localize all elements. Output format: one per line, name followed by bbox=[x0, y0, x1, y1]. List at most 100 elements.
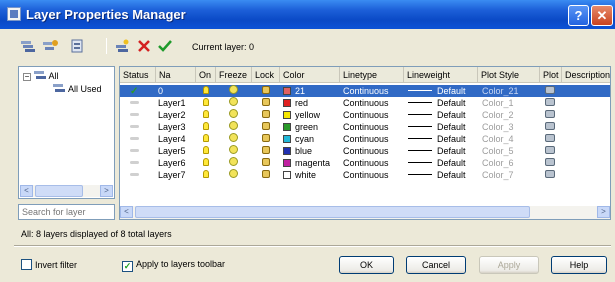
status-icon[interactable] bbox=[130, 157, 139, 169]
color-cell[interactable]: red bbox=[283, 97, 308, 109]
scroll-left-button[interactable]: < bbox=[20, 185, 33, 197]
lineweight-cell[interactable]: Default bbox=[408, 109, 466, 121]
table-row[interactable]: Layer2 yellow Continuous Default Color_2 bbox=[120, 109, 610, 121]
lock-icon[interactable] bbox=[262, 145, 270, 157]
lock-icon[interactable] bbox=[262, 157, 270, 169]
scroll-thumb[interactable] bbox=[35, 185, 83, 197]
header-plot[interactable]: Plot bbox=[540, 67, 562, 83]
scroll-left-button[interactable]: < bbox=[120, 206, 133, 218]
grid-horizontal-scrollbar[interactable]: < > bbox=[120, 206, 610, 219]
table-row[interactable]: Layer7 white Continuous Default Color_7 bbox=[120, 169, 610, 181]
header-freeze[interactable]: Freeze bbox=[216, 67, 252, 83]
lineweight-cell[interactable]: Default bbox=[408, 85, 466, 97]
color-cell[interactable]: 21 bbox=[283, 85, 305, 97]
color-cell[interactable]: green bbox=[283, 121, 318, 133]
linetype-cell[interactable]: Continuous bbox=[343, 157, 389, 169]
status-icon[interactable] bbox=[130, 109, 139, 121]
set-current-icon[interactable] bbox=[157, 39, 173, 53]
on-bulb-icon[interactable] bbox=[203, 85, 209, 97]
color-cell[interactable]: blue bbox=[283, 145, 312, 157]
status-icon[interactable] bbox=[130, 169, 139, 181]
color-cell[interactable]: yellow bbox=[283, 109, 320, 121]
new-property-filter-icon[interactable] bbox=[20, 39, 36, 53]
plot-printer-icon[interactable] bbox=[545, 145, 555, 157]
on-bulb-icon[interactable] bbox=[203, 121, 209, 133]
status-icon[interactable] bbox=[130, 121, 139, 133]
header-on[interactable]: On bbox=[196, 67, 216, 83]
close-button[interactable]: ✕ bbox=[591, 5, 613, 26]
plot-printer-icon[interactable] bbox=[545, 85, 555, 97]
plot-printer-icon[interactable] bbox=[545, 133, 555, 145]
on-bulb-icon[interactable] bbox=[203, 109, 209, 121]
linetype-cell[interactable]: Continuous bbox=[343, 121, 389, 133]
lock-icon[interactable] bbox=[262, 85, 270, 97]
layer-name[interactable]: Layer2 bbox=[158, 109, 186, 121]
header-lock[interactable]: Lock bbox=[252, 67, 280, 83]
on-bulb-icon[interactable] bbox=[203, 97, 209, 109]
header-description[interactable]: Description bbox=[562, 67, 610, 83]
lineweight-cell[interactable]: Default bbox=[408, 145, 466, 157]
status-icon[interactable] bbox=[130, 145, 139, 157]
header-linetype[interactable]: Linetype bbox=[340, 67, 404, 83]
apply-to-layers-toolbar-checkbox[interactable]: ✓ Apply to layers toolbar bbox=[122, 259, 225, 272]
header-color[interactable]: Color bbox=[280, 67, 340, 83]
header-status[interactable]: Status bbox=[120, 67, 156, 83]
tree-node-all-used[interactable]: All Used bbox=[53, 83, 102, 94]
apply-button[interactable]: Apply bbox=[479, 256, 539, 274]
linetype-cell[interactable]: Continuous bbox=[343, 145, 389, 157]
new-group-filter-icon[interactable] bbox=[42, 39, 58, 53]
lock-icon[interactable] bbox=[262, 109, 270, 121]
scroll-right-button[interactable]: > bbox=[597, 206, 610, 218]
title-bar[interactable]: Layer Properties Manager ? ✕ bbox=[0, 0, 615, 29]
table-row[interactable]: Layer4 cyan Continuous Default Color_4 bbox=[120, 133, 610, 145]
plot-printer-icon[interactable] bbox=[545, 169, 555, 181]
freeze-sun-icon[interactable] bbox=[229, 145, 238, 157]
linetype-cell[interactable]: Continuous bbox=[343, 97, 389, 109]
header-plot-style[interactable]: Plot Style bbox=[478, 67, 540, 83]
freeze-sun-icon[interactable] bbox=[229, 121, 238, 133]
ok-button[interactable]: OK bbox=[339, 256, 394, 274]
lock-icon[interactable] bbox=[262, 169, 270, 181]
table-row[interactable]: Layer6 magenta Continuous Default Color_6 bbox=[120, 157, 610, 169]
on-bulb-icon[interactable] bbox=[203, 133, 209, 145]
layer-name[interactable]: Layer3 bbox=[158, 121, 186, 133]
linetype-cell[interactable]: Continuous bbox=[343, 85, 389, 97]
collapse-icon[interactable]: − bbox=[23, 73, 31, 81]
scroll-right-button[interactable]: > bbox=[100, 185, 113, 197]
plot-printer-icon[interactable] bbox=[545, 157, 555, 169]
layer-name[interactable]: Layer4 bbox=[158, 133, 186, 145]
lineweight-cell[interactable]: Default bbox=[408, 121, 466, 133]
invert-filter-checkbox[interactable]: Invert filter bbox=[21, 259, 77, 270]
freeze-sun-icon[interactable] bbox=[229, 157, 238, 169]
help-titlebar-button[interactable]: ? bbox=[568, 5, 589, 26]
color-cell[interactable]: white bbox=[283, 169, 316, 181]
new-layer-icon[interactable] bbox=[115, 39, 131, 53]
layer-name[interactable]: Layer1 bbox=[158, 97, 186, 109]
layer-name[interactable]: Layer7 bbox=[158, 169, 186, 181]
layer-states-manager-icon[interactable] bbox=[70, 39, 86, 53]
color-cell[interactable]: magenta bbox=[283, 157, 330, 169]
lineweight-cell[interactable]: Default bbox=[408, 169, 466, 181]
delete-layer-icon[interactable] bbox=[136, 39, 152, 53]
table-row[interactable]: ✓ 0 21 Continuous Default Color_21 bbox=[120, 85, 610, 97]
table-row[interactable]: Layer1 red Continuous Default Color_1 bbox=[120, 97, 610, 109]
help-button[interactable]: Help bbox=[551, 256, 607, 274]
tree-node-all[interactable]: − All bbox=[23, 70, 59, 81]
checkbox-box[interactable] bbox=[21, 259, 32, 270]
lineweight-cell[interactable]: Default bbox=[408, 157, 466, 169]
layer-name[interactable]: Layer6 bbox=[158, 157, 186, 169]
lineweight-cell[interactable]: Default bbox=[408, 97, 466, 109]
freeze-sun-icon[interactable] bbox=[229, 169, 238, 181]
on-bulb-icon[interactable] bbox=[203, 145, 209, 157]
plot-printer-icon[interactable] bbox=[545, 97, 555, 109]
scroll-thumb[interactable] bbox=[135, 206, 530, 218]
header-name[interactable]: Na bbox=[156, 67, 196, 83]
freeze-sun-icon[interactable] bbox=[229, 85, 238, 97]
layer-name[interactable]: Layer5 bbox=[158, 145, 186, 157]
table-row[interactable]: Layer3 green Continuous Default Color_3 bbox=[120, 121, 610, 133]
linetype-cell[interactable]: Continuous bbox=[343, 109, 389, 121]
freeze-sun-icon[interactable] bbox=[229, 133, 238, 145]
lock-icon[interactable] bbox=[262, 133, 270, 145]
lineweight-cell[interactable]: Default bbox=[408, 133, 466, 145]
linetype-cell[interactable]: Continuous bbox=[343, 133, 389, 145]
